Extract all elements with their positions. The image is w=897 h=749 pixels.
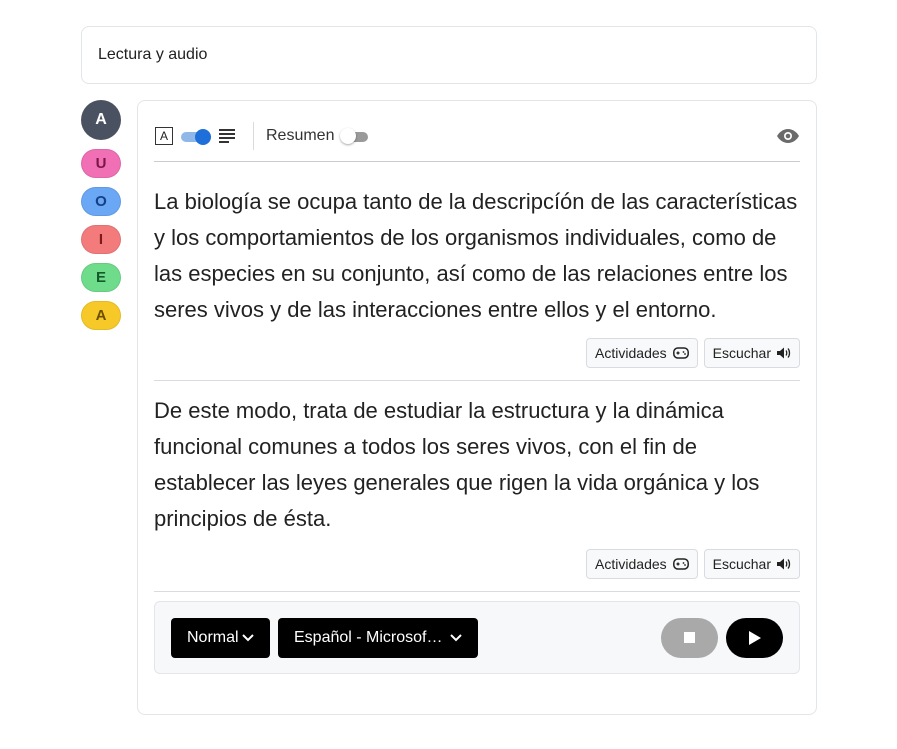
escuchar-button[interactable]: Escuchar (703, 549, 800, 579)
voice-select[interactable]: Español - Microsoft Helena (278, 617, 478, 658)
play-icon (748, 630, 761, 645)
toolbar-divider (253, 122, 254, 150)
actividades-label: Actividades (595, 556, 667, 572)
vowel-sidebar: A U O I E A (81, 100, 121, 330)
paragraph-actions: Actividades Escuchar (154, 549, 800, 591)
speed-value: Normal (187, 628, 239, 646)
speaker-icon (777, 558, 791, 570)
paragraph-actions: Actividades Escuchar (154, 338, 800, 380)
escuchar-label: Escuchar (712, 345, 771, 361)
speed-select[interactable]: Normal (171, 617, 270, 658)
play-button[interactable] (726, 617, 783, 658)
paragraph-text: La biología se ocupa tanto de la descrip… (154, 189, 798, 322)
escuchar-label: Escuchar (712, 556, 771, 572)
vowel-button-a[interactable]: A (81, 301, 121, 330)
speaker-icon (777, 347, 791, 359)
resumen-toggle[interactable] (340, 128, 369, 144)
font-size-icon[interactable]: A (155, 127, 173, 145)
stop-icon (684, 632, 695, 643)
stop-button[interactable] (661, 617, 718, 658)
eye-icon[interactable] (776, 124, 800, 148)
text-lines-icon[interactable] (219, 129, 235, 143)
page-title: Lectura y audio (98, 46, 208, 63)
vowel-button-e[interactable]: E (81, 263, 121, 292)
vowel-button-i[interactable]: I (81, 225, 121, 254)
actividades-button[interactable]: Actividades (586, 549, 698, 579)
resumen-label: Resumen (266, 127, 335, 144)
view-mode-toggle[interactable] (181, 129, 211, 145)
page-header: Lectura y audio (81, 26, 817, 84)
chevron-down-icon (450, 631, 464, 645)
actividades-button[interactable]: Actividades (586, 338, 698, 368)
avatar[interactable]: A (81, 100, 121, 140)
chevron-down-icon (242, 631, 256, 645)
toggle-knob (195, 129, 211, 145)
gamepad-icon (672, 558, 689, 570)
paragraph-text: De este modo, trata de estudiar la estru… (154, 398, 760, 531)
audio-player: Normal Español - Microsoft Helena (154, 601, 800, 674)
gamepad-icon (672, 347, 689, 359)
voice-value: Español - Microsoft Helena (294, 628, 444, 646)
reading-toolbar: A Resumen (154, 101, 800, 162)
paragraph-block: La biología se ocupa tanto de la descrip… (154, 162, 800, 381)
actividades-label: Actividades (595, 345, 667, 361)
reading-card: A Resumen La biología se ocupa tanto de … (137, 100, 817, 715)
vowel-button-u[interactable]: U (81, 149, 121, 178)
vowel-button-o[interactable]: O (81, 187, 121, 216)
escuchar-button[interactable]: Escuchar (703, 338, 800, 368)
paragraph-block: De este modo, trata de estudiar la estru… (154, 381, 800, 592)
